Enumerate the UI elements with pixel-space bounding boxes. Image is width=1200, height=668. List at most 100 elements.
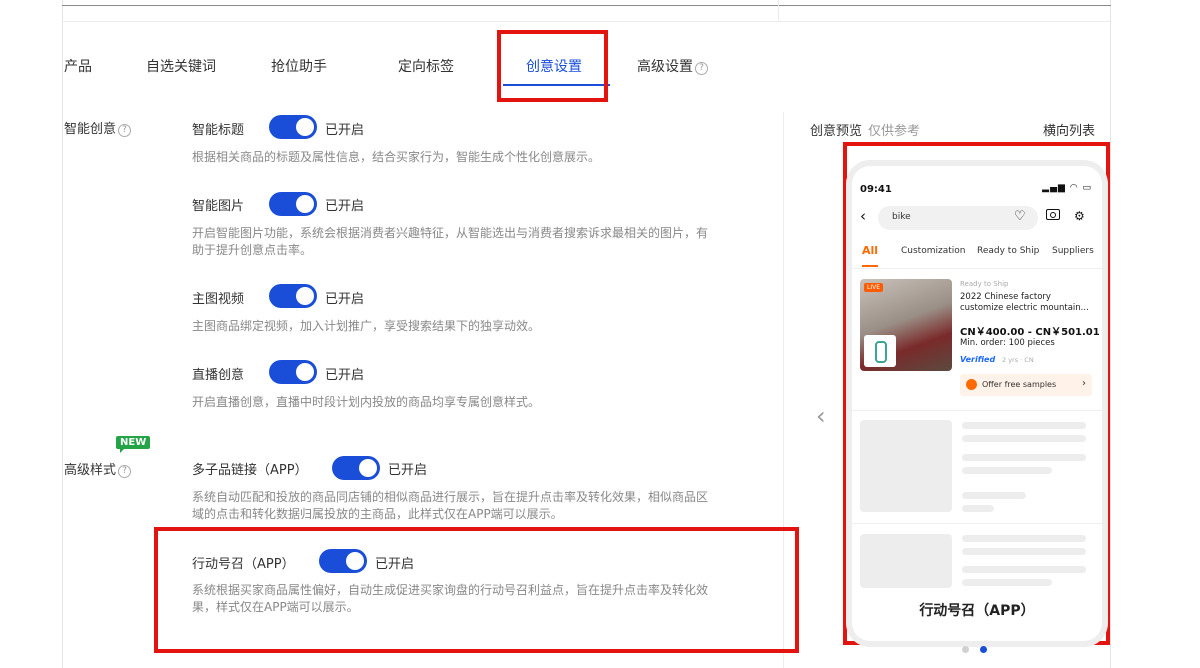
option-description: 系统自动匹配和投放的商品同店铺的相似商品进行展示，旨在提升点击率及转化效果，相似… (192, 489, 708, 523)
description-line: 开启直播创意，直播中时段计划内投放的商品均享专属创意样式。 (192, 395, 541, 409)
horizontal-list-link[interactable]: 横向列表 (1043, 120, 1095, 139)
toggle-multi-product-link[interactable] (332, 456, 380, 480)
skeleton-image (860, 534, 952, 588)
back-arrow-icon[interactable]: ‹ (860, 207, 866, 225)
section-smart-creative: 智能创意? (64, 118, 132, 137)
option-title-smart-image: 智能图片 (192, 199, 245, 214)
toggle-status-label: 已开启 (325, 123, 365, 138)
description-line: 系统自动匹配和投放的商品同店铺的相似商品进行展示，旨在提升点击率及转化效果，相似… (192, 490, 709, 504)
header-divider (62, 21, 1111, 22)
camera-icon[interactable] (1046, 209, 1060, 220)
product-price: CN￥400.00 - CN￥501.01 (960, 327, 1100, 338)
option-description: 开启直播创意，直播中时段计划内投放的商品均享专属创意样式。 (192, 394, 540, 411)
option-title-live-creative: 直播创意 (192, 368, 245, 383)
category-tab-customization[interactable]: Customization (901, 246, 965, 256)
description-line: 开启智能图片功能，系统会根据消费者兴趣特征，从智能选出与消费者搜索诉求最相关的图… (192, 226, 709, 240)
preview-header: 创意预览 仅供参考 (810, 120, 920, 139)
skeleton-line (962, 435, 1086, 442)
frame-left-border (62, 0, 63, 668)
phone-divider (852, 268, 1102, 269)
live-tag: LIVE (864, 283, 884, 292)
phone-preview: 09:41 ▂▄▆ ◠ ▭ ‹ bike ♡ ⚙ All Customizati… (852, 166, 1102, 641)
search-row: ‹ bike ♡ ⚙ (860, 206, 1096, 230)
carousel-dot-1[interactable] (962, 646, 969, 653)
product-image[interactable]: LIVE (860, 279, 952, 371)
status-bar-icons: ▂▄▆ ◠ ▭ (1042, 183, 1092, 193)
product-title[interactable]: 2022 Chinese factory customize electric … (960, 292, 1094, 314)
skeleton-line (962, 548, 1086, 555)
offer-free-samples-button[interactable]: Offer free samples › (960, 374, 1092, 396)
preview-note: 仅供参考 (868, 124, 921, 139)
search-query: bike (892, 212, 911, 222)
toggle-live-creative[interactable] (269, 360, 317, 384)
section-advanced-style: 高级样式? (64, 459, 132, 478)
description-line: 果，样式仅在APP端可以展示。 (192, 600, 359, 614)
toggle-status-label: 已开启 (325, 292, 365, 307)
option-description: 根据相关商品的标题及属性信息，结合买家行为，智能生成个性化创意展示。 (192, 149, 600, 166)
skeleton-line (962, 422, 1086, 429)
preview-title: 创意预览 (810, 124, 863, 139)
option-description: 主图商品绑定视频，加入计划推广，享受搜索结果下的独享动效。 (192, 318, 540, 335)
category-tab-all[interactable]: All (862, 244, 878, 257)
preview-caption: 行动号召（APP） (919, 603, 1035, 619)
toggle-call-to-action[interactable] (319, 549, 367, 573)
header-column-divider (778, 0, 779, 22)
description-line: 根据相关商品的标题及属性信息，结合买家行为，智能生成个性化创意展示。 (192, 150, 601, 164)
frame-right-border (1110, 0, 1111, 668)
option-description: 开启智能图片功能，系统会根据消费者兴趣特征，从智能选出与消费者搜索诉求最相关的图… (192, 225, 708, 259)
section-smart-creative-label: 智能创意 (64, 122, 117, 137)
description-line: 助于提升创意点击率。 (192, 243, 313, 257)
section-advanced-style-label: 高级样式 (64, 463, 117, 478)
description-line: 主图商品绑定视频，加入计划推广，享受搜索结果下的独享动效。 (192, 319, 541, 333)
tab-custom-keywords[interactable]: 自选关键词 (146, 56, 216, 76)
new-badge: NEW (116, 436, 151, 453)
status-time: 09:41 (860, 184, 892, 195)
option-title-call-to-action: 行动号召（APP） (192, 557, 295, 572)
tab-position-assistant[interactable]: 抢位助手 (271, 56, 327, 76)
offer-free-samples-label: Offer free samples (982, 380, 1057, 389)
supplier-logo (864, 335, 896, 367)
toggle-smart-image[interactable] (269, 192, 317, 216)
toggle-status-label: 已开启 (325, 199, 365, 214)
search-box[interactable]: bike ♡ (878, 206, 1038, 230)
highlight-box-tab (497, 30, 608, 102)
toggle-status-label: 已开启 (375, 557, 415, 572)
skeleton-line (962, 579, 1052, 586)
phone-divider (852, 523, 1102, 524)
help-icon[interactable]: ? (118, 124, 132, 137)
help-icon[interactable]: ? (118, 465, 132, 478)
carousel-dot-2[interactable] (980, 646, 987, 653)
tab-product[interactable]: 产品 (64, 56, 92, 76)
skeleton-line (962, 467, 1052, 474)
option-title-multi-product-link: 多子品链接（APP） (192, 463, 308, 478)
category-tab-suppliers[interactable]: Suppliers (1052, 246, 1094, 256)
skeleton-line (962, 492, 1026, 499)
help-icon[interactable]: ? (695, 62, 708, 75)
category-tab-indicator (862, 265, 878, 267)
option-title-smart-title: 智能标题 (192, 123, 245, 138)
tab-advanced-settings-label: 高级设置 (637, 59, 693, 75)
tab-advanced-settings[interactable]: 高级设置? (637, 56, 708, 76)
verified-badge: Verified (960, 355, 996, 364)
tab-targeting-tags[interactable]: 定向标签 (398, 56, 454, 76)
option-description: 系统根据买家商品属性偏好，自动生成促进买家询盘的行动号召利益点，旨在提升点击率及… (192, 582, 708, 616)
chevron-right-icon: › (1082, 378, 1086, 389)
skeleton-image (860, 420, 952, 512)
category-tab-ready-to-ship[interactable]: Ready to Ship (977, 246, 1039, 256)
toggle-status-label: 已开启 (388, 463, 428, 478)
supplier-meta: 2 yrs · CN (1002, 356, 1034, 364)
toggle-main-video[interactable] (269, 284, 317, 308)
skeleton-line (962, 505, 994, 512)
carousel-prev-arrow[interactable]: ‹ (816, 402, 826, 430)
skeleton-line (962, 454, 1086, 461)
option-title-main-video: 主图视频 (192, 292, 245, 307)
product-min-order: Min. order: 100 pieces (960, 338, 1055, 348)
skeleton-line (962, 566, 1086, 573)
skeleton-line (962, 535, 1086, 542)
sample-icon (966, 379, 977, 390)
description-line: 域的点击和转化数据归属投放的主商品，此样式仅在APP端可以展示。 (192, 507, 563, 521)
top-border (62, 5, 1111, 6)
heart-icon[interactable]: ♡ (1014, 209, 1026, 224)
toggle-smart-title[interactable] (269, 115, 317, 139)
filter-icon[interactable]: ⚙ (1074, 209, 1085, 223)
